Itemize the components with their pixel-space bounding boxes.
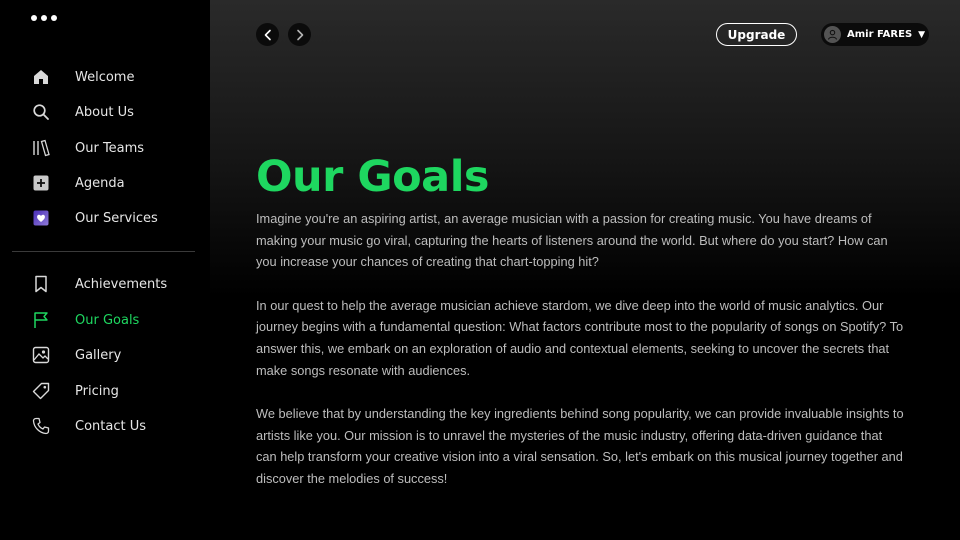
user-menu-button[interactable]: Amir FARES ▼ [821, 23, 929, 46]
forward-button[interactable] [288, 23, 311, 46]
sidebar-item-welcome[interactable]: Welcome [31, 66, 201, 88]
phone-icon [31, 416, 51, 436]
sidebar-item-our-services[interactable]: Our Services [31, 207, 201, 229]
home-icon [31, 67, 51, 87]
search-icon [31, 102, 51, 122]
paragraph: We believe that by understanding the key… [256, 405, 904, 487]
sidebar-item-contact-us[interactable]: Contact Us [31, 415, 201, 437]
sidebar-item-about-us[interactable]: About Us [31, 101, 201, 123]
sidebar-item-label: Gallery [75, 347, 122, 363]
upgrade-button[interactable]: Upgrade [716, 23, 797, 46]
sidebar-item-label: Contact Us [75, 418, 146, 434]
sidebar: Welcome About Us Our Teams Agenda Our Se… [0, 0, 210, 540]
sidebar-item-label: Our Teams [75, 140, 145, 156]
page-body: Imagine you're an aspiring artist, an av… [256, 208, 906, 511]
sidebar-item-label: Agenda [75, 175, 125, 191]
paragraph: In our quest to help the average musicia… [256, 297, 904, 378]
sidebar-item-gallery[interactable]: Gallery [31, 344, 201, 366]
sidebar-item-label: Achievements [75, 276, 168, 292]
main-content: Upgrade Amir FARES ▼ Our Goals Imagine y… [210, 0, 960, 540]
sidebar-item-label: Our Services [75, 210, 158, 226]
plus-square-icon [31, 173, 51, 193]
page-title: Our Goals [256, 152, 490, 202]
sidebar-item-agenda[interactable]: Agenda [31, 172, 201, 194]
chevron-right-icon [296, 29, 303, 40]
sidebar-divider [12, 251, 195, 252]
window-menu-dots-icon[interactable] [31, 15, 57, 21]
user-avatar-icon [824, 26, 841, 43]
heart-square-icon [31, 208, 51, 228]
tag-icon [31, 381, 51, 401]
back-button[interactable] [256, 23, 279, 46]
sidebar-item-our-goals[interactable]: Our Goals [31, 309, 201, 331]
sidebar-item-pricing[interactable]: Pricing [31, 380, 201, 402]
sidebar-item-label: Our Goals [75, 312, 140, 328]
sidebar-item-label: Pricing [75, 383, 119, 399]
image-icon [31, 345, 51, 365]
bookmark-icon [31, 274, 51, 294]
chevron-left-icon [264, 29, 271, 40]
caret-down-icon: ▼ [918, 29, 926, 40]
library-icon [31, 138, 51, 158]
paragraph: Imagine you're an aspiring artist, an av… [256, 211, 888, 270]
sidebar-item-label: Welcome [75, 69, 135, 85]
flag-icon [31, 310, 51, 330]
user-name: Amir FARES [847, 29, 913, 40]
sidebar-item-our-teams[interactable]: Our Teams [31, 137, 201, 159]
sidebar-item-achievements[interactable]: Achievements [31, 273, 201, 295]
sidebar-item-label: About Us [75, 104, 134, 120]
